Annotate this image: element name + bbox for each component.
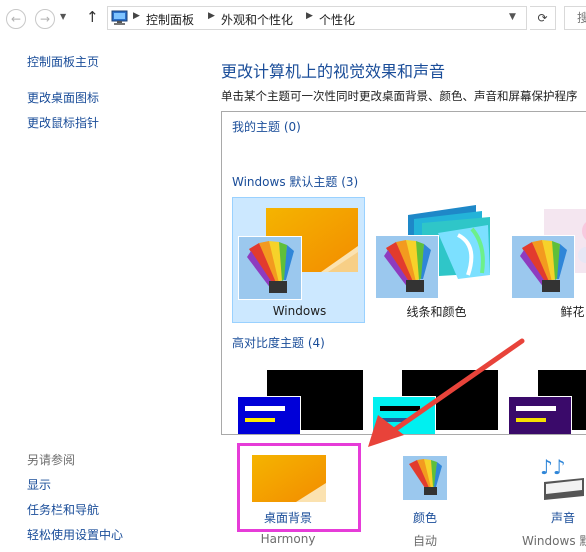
forward-button[interactable]: → (35, 9, 55, 29)
control-panel-icon (111, 10, 128, 25)
breadcrumb-separator-icon[interactable]: ▶ (306, 11, 313, 21)
desktop-background-button[interactable] (252, 455, 326, 502)
color-palette-icon (511, 235, 575, 299)
breadcrumb-control-panel[interactable]: 控制面板 (146, 11, 194, 28)
theme-tile-windows[interactable]: Windows (232, 197, 365, 323)
breadcrumb-separator-icon[interactable]: ▶ (208, 11, 215, 21)
sidebar-change-desktop-icons[interactable]: 更改桌面图标 (27, 89, 99, 106)
high-contrast-theme-1[interactable] (237, 370, 367, 434)
see-also-heading: 另请参阅 (27, 453, 76, 467)
breadcrumb-appearance[interactable]: 外观和个性化 (221, 11, 293, 28)
sound-value: Windows 默认 (522, 534, 586, 548)
group-high-contrast[interactable]: 高对比度主题 (4) (232, 334, 325, 351)
address-bar[interactable]: ▶ 控制面板 ▶ 外观和个性化 ▶ 个性化 ▼ (107, 6, 527, 30)
color-palette-icon (238, 236, 302, 300)
search-input[interactable]: 搜 (564, 6, 586, 30)
theme-name-flowers: 鲜花 (560, 305, 585, 319)
breadcrumb-personalization[interactable]: 个性化 (319, 11, 355, 28)
color-label[interactable]: 颜色 (385, 509, 465, 526)
color-palette-icon (409, 459, 442, 495)
group-my-themes[interactable]: 我的主题 (0) (232, 118, 301, 135)
recent-locations-chevron-icon[interactable]: ▼ (60, 12, 66, 21)
svg-text:♪♪: ♪♪ (540, 455, 566, 479)
annotation-arrow-icon (368, 338, 525, 447)
theme-tile-lines-colors[interactable]: 线条和颜色 (370, 197, 503, 323)
desktop-background-label[interactable]: 桌面背景 (240, 509, 336, 526)
color-palette-icon (375, 235, 439, 299)
navigation-bar: ← → ▼ ↑ ▶ 控制面板 ▶ 外观和个性化 ▶ 个性化 ▼ ⟳ 搜 (0, 0, 586, 38)
page-title: 更改计算机上的视觉效果和声音 (221, 62, 446, 81)
theme-name-windows: Windows (272, 304, 327, 318)
desktop-background-thumbnail (252, 455, 326, 502)
sound-button[interactable]: ♪♪ (538, 452, 586, 502)
sidebar-control-panel-home[interactable]: 控制面板主页 (27, 53, 99, 70)
refresh-button[interactable]: ⟳ (530, 6, 556, 30)
theme-tile-flowers[interactable]: 鲜花 (506, 197, 586, 323)
color-value: 自动 (412, 534, 437, 548)
see-also-ease-of-access[interactable]: 轻松使用设置中心 (27, 526, 123, 543)
up-button[interactable]: ↑ (86, 8, 99, 26)
back-button[interactable]: ← (6, 9, 26, 29)
color-button[interactable] (402, 455, 448, 501)
group-default-themes[interactable]: Windows 默认主题 (3) (232, 173, 358, 190)
page-description: 单击某个主题可一次性同时更改桌面背景、颜色、声音和屏幕保护程序 (221, 89, 578, 103)
address-dropdown-chevron-icon[interactable]: ▼ (509, 12, 516, 22)
theme-name-lines-colors: 线条和颜色 (406, 305, 467, 319)
see-also-taskbar-navigation[interactable]: 任务栏和导航 (27, 501, 99, 518)
desktop-background-value: Harmony (260, 532, 316, 546)
sound-music-icon: ♪♪ (540, 455, 584, 500)
see-also-display[interactable]: 显示 (27, 476, 51, 493)
breadcrumb-separator-icon: ▶ (133, 11, 140, 21)
sound-label[interactable]: 声音 (530, 509, 586, 526)
sidebar-change-mouse-pointers[interactable]: 更改鼠标指针 (27, 114, 99, 131)
